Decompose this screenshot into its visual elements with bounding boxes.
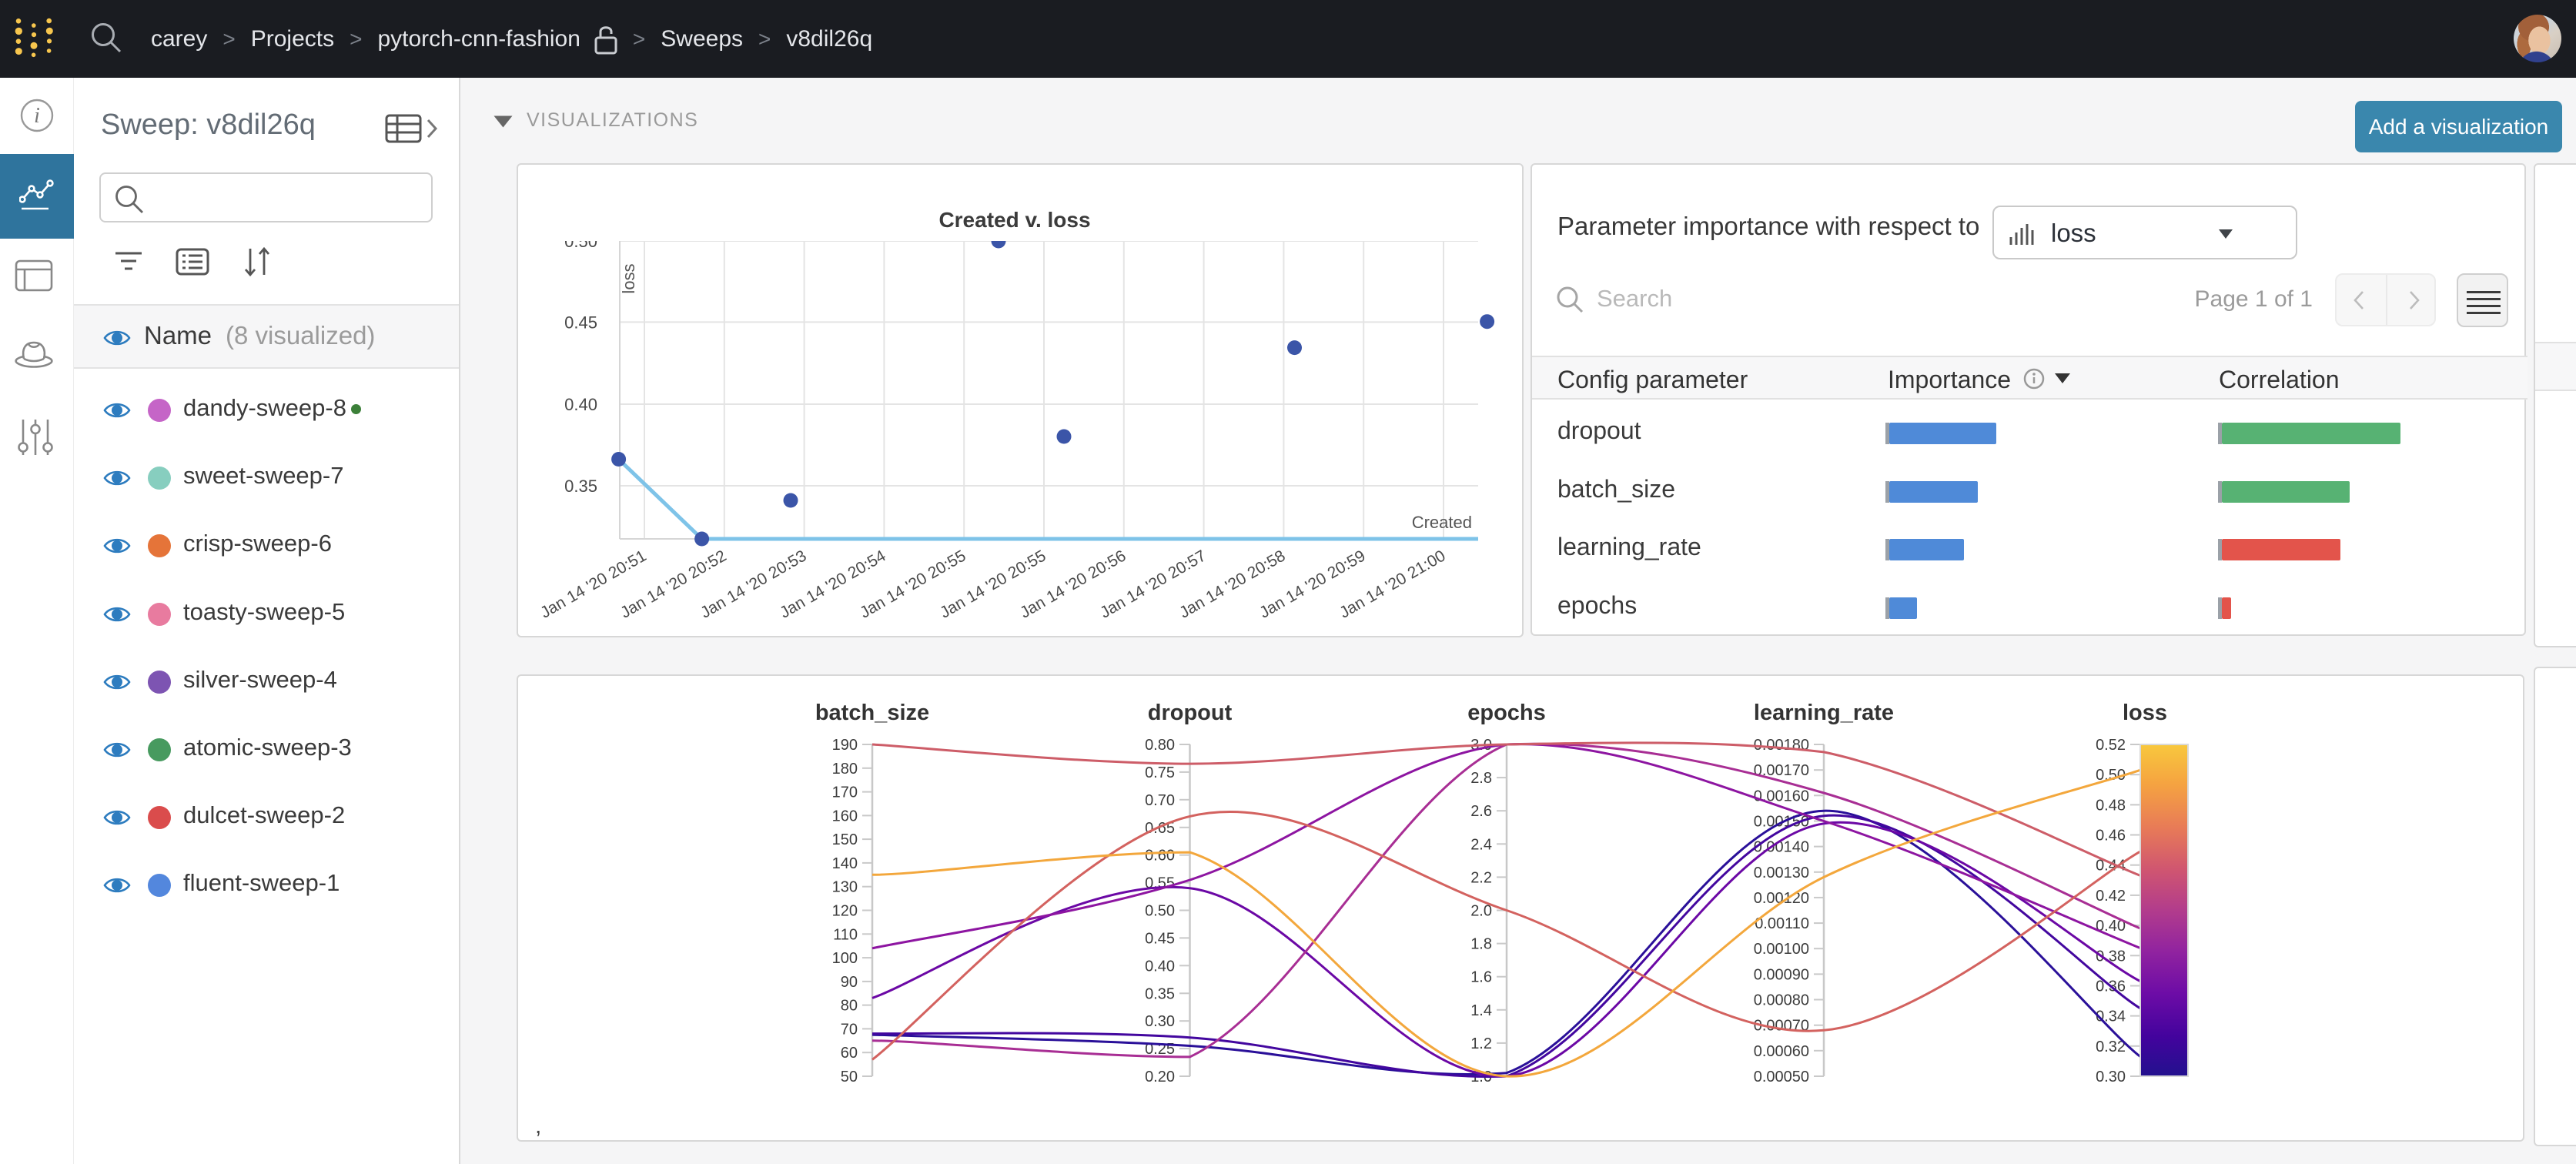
svg-text:i: i [34,104,40,128]
svg-text:170: 170 [832,784,858,801]
svg-text:0.30: 0.30 [2096,1069,2126,1085]
svg-text:,: , [535,1113,541,1139]
svg-text:1.6: 1.6 [1470,969,1492,986]
svg-text:0.00160: 0.00160 [1754,788,1809,804]
svg-text:2.0: 2.0 [1470,903,1492,920]
svg-text:loss: loss [2123,701,2167,725]
svg-text:0.35: 0.35 [1145,985,1175,1002]
svg-text:0.60: 0.60 [1145,848,1175,865]
svg-text:0.00180: 0.00180 [1754,737,1809,754]
svg-text:50: 50 [841,1069,858,1085]
svg-text:150: 150 [832,831,858,848]
svg-text:0.30: 0.30 [1145,1013,1175,1030]
svg-text:100: 100 [832,950,858,967]
svg-text:60: 60 [841,1045,858,1062]
svg-text:0.75: 0.75 [1145,764,1175,781]
svg-text:0.45: 0.45 [1145,930,1175,947]
svg-text:110: 110 [833,926,858,943]
svg-text:0.50: 0.50 [564,232,597,251]
svg-text:0.20: 0.20 [1145,1069,1175,1085]
svg-text:learning_rate: learning_rate [1754,701,1894,725]
svg-text:1.2: 1.2 [1470,1035,1492,1052]
svg-text:120: 120 [832,903,858,920]
svg-text:0.00090: 0.00090 [1754,966,1809,983]
svg-text:2.8: 2.8 [1470,770,1492,787]
svg-text:loss: loss [619,263,638,293]
svg-text:0.00120: 0.00120 [1754,890,1809,907]
svg-text:0.35: 0.35 [564,477,597,496]
svg-text:0.80: 0.80 [1145,737,1175,754]
svg-text:0.48: 0.48 [2096,797,2126,814]
svg-text:0.00050: 0.00050 [1754,1069,1809,1085]
svg-text:epochs: epochs [1467,701,1546,725]
svg-text:190: 190 [832,737,858,754]
svg-text:80: 80 [841,998,858,1015]
svg-text:130: 130 [832,879,858,896]
svg-text:90: 90 [841,974,858,991]
svg-text:160: 160 [832,808,858,824]
svg-text:Created: Created [1412,513,1472,532]
svg-text:0.42: 0.42 [2096,888,2126,905]
svg-text:0.40: 0.40 [564,395,597,414]
svg-text:0.52: 0.52 [2096,737,2126,754]
svg-text:0.70: 0.70 [1145,792,1175,809]
svg-text:0.40: 0.40 [1145,958,1175,975]
svg-text:1.8: 1.8 [1470,936,1492,953]
svg-text:dropout: dropout [1148,701,1233,725]
svg-text:Created v. loss: Created v. loss [938,208,1090,232]
svg-text:2.4: 2.4 [1470,836,1492,853]
svg-text:0.00110: 0.00110 [1755,915,1809,932]
svg-text:0.00080: 0.00080 [1754,992,1809,1009]
svg-text:140: 140 [832,855,858,872]
svg-text:180: 180 [832,761,858,778]
svg-text:batch_size: batch_size [815,701,929,725]
svg-text:0.00130: 0.00130 [1754,865,1809,881]
svg-text:2.6: 2.6 [1470,803,1492,820]
svg-text:0.50: 0.50 [1145,903,1175,920]
svg-text:1.4: 1.4 [1470,1002,1492,1019]
svg-text:0.00060: 0.00060 [1754,1043,1809,1060]
svg-text:2.2: 2.2 [1470,869,1492,886]
svg-text:0.45: 0.45 [564,313,597,332]
svg-text:0.00100: 0.00100 [1754,941,1809,958]
svg-text:70: 70 [841,1021,858,1038]
svg-text:0.46: 0.46 [2096,828,2126,845]
